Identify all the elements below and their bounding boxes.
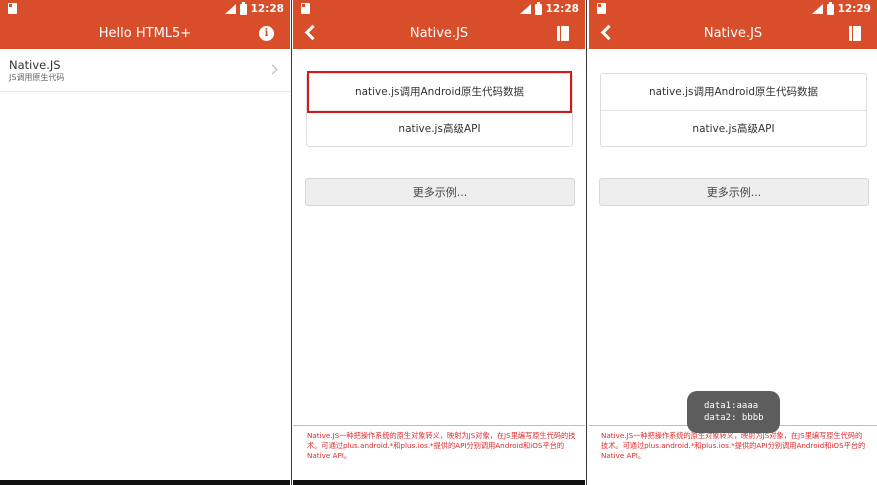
screen-native-js-result: 12:29 Native.JS native.js调用Android原生代码数据… xyxy=(589,0,877,485)
chevron-right-icon xyxy=(267,64,278,75)
footer-description: Native.JS一种把操作系统的原生对象转义，映射为JS对象，在JS里编写原生… xyxy=(589,425,877,485)
screen-home: 12:28 Hello HTML5+ i Native.JS JS调用原生代码 xyxy=(0,0,290,485)
highlight-box xyxy=(307,71,572,113)
status-time: 12:28 xyxy=(250,3,284,15)
menu-item-advanced-api[interactable]: native.js高级API xyxy=(601,111,866,147)
document-icon[interactable] xyxy=(557,26,569,41)
list-item-title: Native.JS xyxy=(9,58,61,72)
signal-icon xyxy=(519,4,531,14)
info-icon[interactable]: i xyxy=(259,26,274,41)
divider xyxy=(586,0,587,485)
sd-card-icon xyxy=(301,3,310,14)
page-title: Hello HTML5+ xyxy=(98,26,192,41)
title-bar: Native.JS xyxy=(589,18,877,49)
document-icon[interactable] xyxy=(849,26,861,41)
battery-icon xyxy=(534,1,542,15)
more-examples-button[interactable]: 更多示例... xyxy=(599,178,869,206)
battery-icon xyxy=(239,1,247,15)
screen-native-js: 12:28 Native.JS native.js调用Android原生代码数据… xyxy=(293,0,585,485)
page-title: Native.JS xyxy=(409,26,469,41)
status-time: 12:28 xyxy=(545,3,579,15)
status-bar: 12:28 xyxy=(293,0,585,18)
title-bar: Native.JS xyxy=(293,18,585,49)
sd-card-icon xyxy=(8,3,17,14)
status-bar: 12:29 xyxy=(589,0,877,18)
title-bar: Hello HTML5+ i xyxy=(0,18,290,49)
sd-card-icon xyxy=(597,3,606,14)
menu-card: native.js调用Android原生代码数据 native.js高级API xyxy=(600,73,867,147)
signal-icon xyxy=(811,4,823,14)
more-examples-button[interactable]: 更多示例... xyxy=(305,178,575,206)
toast-line-2: data2: bbbb xyxy=(704,413,764,423)
footer-description: Native.JS一种把操作系统的原生对象转义，映射为JS对象，在JS里编写原生… xyxy=(293,425,585,485)
status-bar: 12:28 xyxy=(0,0,290,18)
list-item-native-js[interactable]: Native.JS JS调用原生代码 xyxy=(0,49,290,92)
page-title: Native.JS xyxy=(703,26,763,41)
nav-bar-strip xyxy=(293,480,585,485)
toast-line-1: data1:aaaa xyxy=(704,401,759,411)
battery-icon xyxy=(826,1,834,15)
signal-icon xyxy=(224,4,236,14)
toast-message: data1:aaaa data2: bbbb xyxy=(687,391,780,433)
list-item-subtitle: JS调用原生代码 xyxy=(9,73,65,82)
divider xyxy=(291,0,292,485)
nav-bar-strip xyxy=(0,480,290,485)
status-time: 12:29 xyxy=(837,3,871,15)
menu-item-android-data[interactable]: native.js调用Android原生代码数据 xyxy=(601,74,866,110)
menu-item-advanced-api[interactable]: native.js高级API xyxy=(307,111,572,147)
